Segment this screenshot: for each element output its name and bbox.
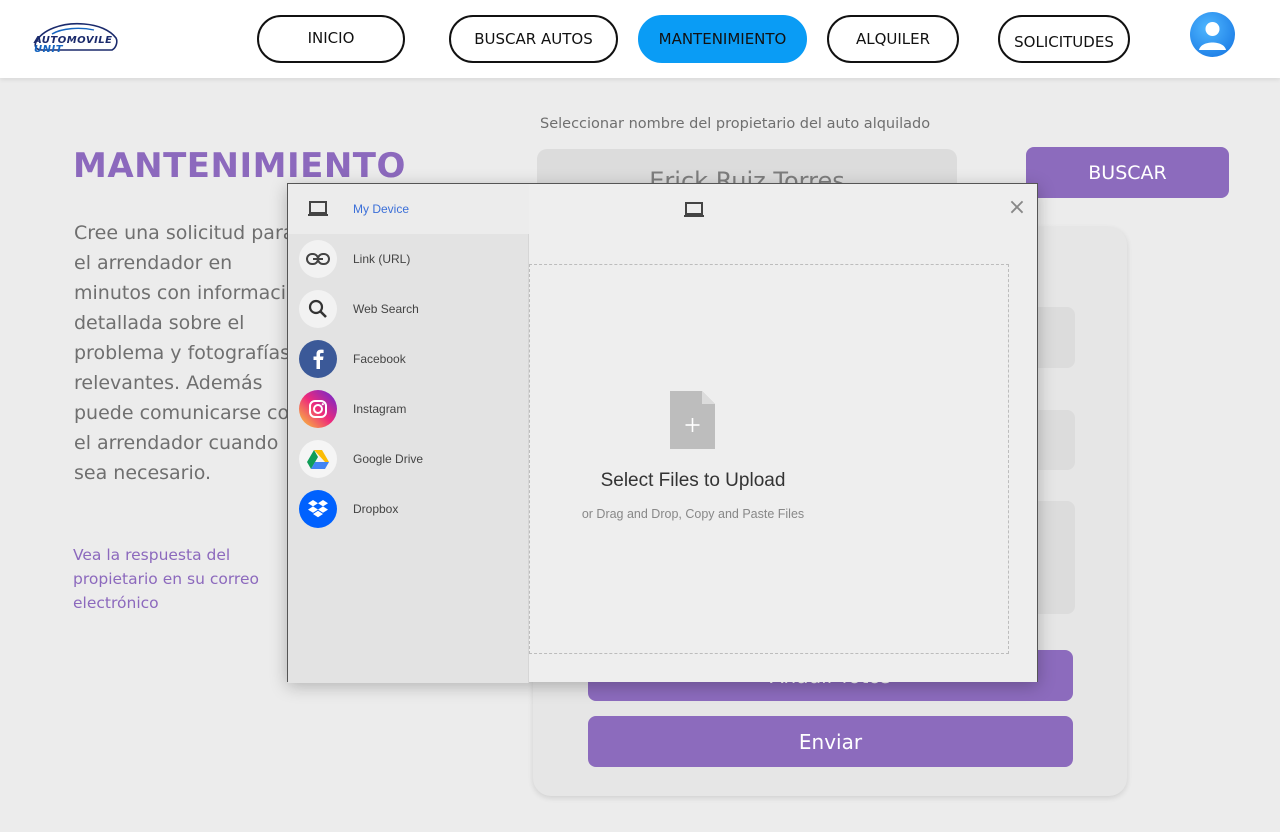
owner-select-label: Seleccionar nombre del propietario del a… — [540, 116, 931, 132]
source-facebook[interactable]: Facebook — [288, 334, 529, 384]
dropzone-subtitle: or Drag and Drop, Copy and Paste Files — [581, 507, 805, 521]
instagram-icon — [299, 390, 337, 428]
upload-source-sidebar: My Device Link (URL) Web Search Facebook — [288, 184, 529, 683]
laptop-icon — [299, 190, 337, 228]
source-link-url[interactable]: Link (URL) — [288, 234, 529, 284]
nav-inicio-button[interactable]: INICIO — [257, 15, 405, 63]
response-note: Vea la respuesta del propietario en su c… — [73, 546, 259, 612]
link-icon — [299, 240, 337, 278]
source-google-drive[interactable]: Google Drive — [288, 434, 529, 484]
search-icon — [299, 290, 337, 328]
dropzone-title: Select Files to Upload — [600, 470, 786, 491]
nav-buscar-autos-button[interactable]: BUSCAR AUTOS — [449, 15, 618, 63]
user-avatar-icon[interactable] — [1190, 12, 1235, 57]
brand-logo[interactable]: AUTOMOVILE UNIT — [32, 20, 120, 58]
page-title: MANTENIMIENTO — [73, 146, 406, 186]
file-upload-modal: My Device Link (URL) Web Search Facebook — [287, 183, 1038, 683]
search-button[interactable]: BUSCAR — [1026, 147, 1229, 198]
nav-solicitudes-button[interactable]: SOLICITUDES — [998, 15, 1130, 63]
nav-mantenimiento-button[interactable]: MANTENIMIENTO — [638, 15, 807, 63]
top-navbar: AUTOMOVILE UNIT INICIO BUSCAR AUTOS MANT… — [0, 0, 1280, 78]
source-instagram[interactable]: Instagram — [288, 384, 529, 434]
source-web-search[interactable]: Web Search — [288, 284, 529, 334]
laptop-icon — [683, 201, 705, 223]
file-dropzone[interactable] — [529, 264, 1009, 654]
facebook-icon — [299, 340, 337, 378]
source-dropbox[interactable]: Dropbox — [288, 484, 529, 534]
add-file-icon — [670, 391, 715, 453]
google-drive-icon — [299, 440, 337, 478]
nav-alquiler-button[interactable]: ALQUILER — [827, 15, 959, 63]
dropbox-icon — [299, 490, 337, 528]
page-description: Cree una solicitud para el arrendador en… — [74, 222, 310, 484]
submit-button[interactable]: Enviar — [588, 716, 1073, 767]
brand-logo-text: AUTOMOVILE UNIT — [34, 35, 113, 55]
close-icon[interactable]: × — [1007, 197, 1027, 219]
source-my-device[interactable]: My Device — [288, 184, 529, 234]
